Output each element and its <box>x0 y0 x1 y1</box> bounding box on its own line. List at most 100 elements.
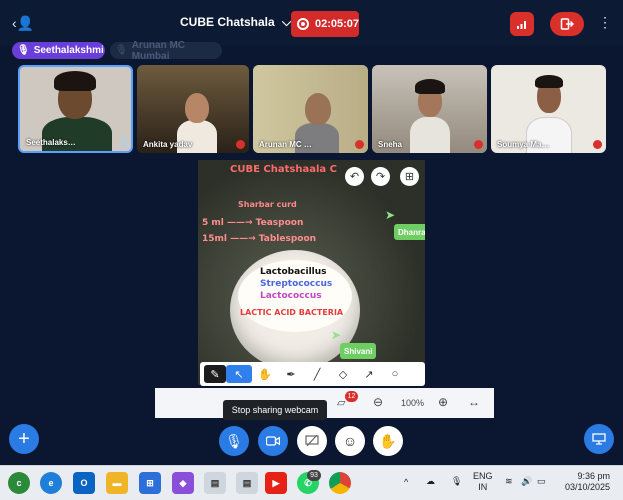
microphone-icon: 🎙 <box>115 45 128 56</box>
exit-icon <box>560 18 574 30</box>
shared-content-board[interactable]: CUBE Chatshaala C Sharbar curd 5 ml ——→ … <box>198 160 425 385</box>
undo-button[interactable]: ↶ <box>345 167 364 186</box>
chevron-down-icon: ⌵ <box>282 15 292 29</box>
board-text: Streptococcus <box>260 279 333 289</box>
highlighter-tool[interactable]: ╱ <box>304 365 330 383</box>
shape-tool[interactable]: ○ <box>382 365 408 383</box>
hand-icon: ✋ <box>258 368 272 381</box>
tooltip: Stop sharing webcam <box>223 400 327 420</box>
participant-tile[interactable]: Sneha <box>372 65 487 153</box>
video-camera-icon <box>266 436 280 446</box>
edge-browser-icon[interactable]: e <box>40 472 62 494</box>
pen-tool[interactable]: ✒ <box>278 365 304 383</box>
arrow-icon: ↗ <box>364 368 374 381</box>
board-text: 5 ml ——→ Teaspoon <box>202 218 304 228</box>
muted-icon <box>593 140 602 149</box>
pen-icon: ✒ <box>286 368 296 381</box>
arrow-tool[interactable]: ↗ <box>356 365 382 383</box>
outlook-icon[interactable]: O <box>73 472 95 494</box>
cloud-icon[interactable]: ☁ <box>426 476 435 487</box>
recording-indicator[interactable]: 02:05:07 <box>291 11 359 37</box>
chrome-icon[interactable] <box>329 472 351 494</box>
participant-name: Soumya Ma… <box>497 140 550 149</box>
board-text: Lactococcus <box>260 291 322 301</box>
document-icon[interactable]: ▤ <box>204 472 226 494</box>
taskbar: c e O ▬ ⊞ ◆ ▤ ▤ ▶ ✆ 93 ^ ☁ 🎙 ENG IN ≋ 🔊 ▭… <box>0 465 623 500</box>
notification-badge: 93 <box>307 470 321 481</box>
participant-tile[interactable]: Ankita yadav <box>137 65 249 153</box>
cursor-label: Dhanra <box>394 224 425 240</box>
share-screen-button[interactable] <box>297 426 327 456</box>
speaker-chip: 🎙 Arunan MC Mumbai <box>110 39 222 62</box>
participants-icon[interactable]: ‹👤 <box>12 15 34 32</box>
eraser-icon: ◇ <box>338 368 348 381</box>
muted-icon <box>355 140 364 149</box>
store-icon[interactable]: ⊞ <box>139 472 161 494</box>
microphone-icon: 🎙 <box>118 137 130 147</box>
battery-icon[interactable]: ▭ <box>537 476 546 487</box>
redo-icon: ↷ <box>375 171 386 183</box>
copilot-icon[interactable]: c <box>8 472 30 494</box>
plus-icon: + <box>18 427 30 450</box>
microphone-icon: 🎙 <box>225 432 243 449</box>
screen-share-off-icon <box>305 435 319 447</box>
pin-tool[interactable]: ✎ <box>204 365 226 383</box>
speaker-name: Arunan MC Mumbai <box>131 39 186 62</box>
participant-tile[interactable]: Seethalaks… 🎙 <box>18 65 133 153</box>
meeting-title-text: CUBE Chatshala <box>180 15 275 29</box>
cursor-icon: ➤ <box>385 208 396 222</box>
chevron-up-icon[interactable]: ^ <box>404 477 408 487</box>
smiley-icon: ☺ <box>342 433 358 449</box>
annotations-icon[interactable]: ▱ <box>337 396 345 409</box>
copilot-app-icon[interactable]: ◆ <box>172 472 194 494</box>
participant-tile[interactable]: Arunan MC … <box>253 65 368 153</box>
circle-icon: ○ <box>391 368 399 380</box>
presentation-button[interactable] <box>584 424 614 454</box>
more-options-icon[interactable]: ⋮ <box>598 14 612 31</box>
participant-name: Ankita yadav <box>143 140 193 149</box>
microphone-icon[interactable]: 🎙 <box>451 476 462 487</box>
zoom-in-button[interactable]: ⊕ <box>438 395 448 409</box>
board-text: 15ml ——→ Tablespoon <box>202 234 317 244</box>
reactions-button[interactable]: ☺ <box>335 426 365 456</box>
muted-icon <box>474 140 483 149</box>
select-tool[interactable]: ↖ <box>226 365 252 383</box>
pin-icon: ✎ <box>210 368 220 381</box>
microphone-button[interactable]: 🎙 <box>219 426 249 456</box>
meeting-title[interactable]: CUBE Chatshala ⌵ <box>180 15 291 30</box>
speaker-name: Seethalakshmi <box>33 45 104 56</box>
redo-button[interactable]: ↷ <box>371 167 390 186</box>
camera-button[interactable] <box>258 426 288 456</box>
participant-name: Sneha <box>378 140 403 149</box>
more-tools-button[interactable]: ⊞ <box>400 167 419 186</box>
fit-width-button[interactable]: ↔ <box>468 395 480 409</box>
participant-tile[interactable]: Soumya Ma… <box>491 65 606 153</box>
active-speaker-chip: 🎙 Seethalakshmi <box>12 42 105 59</box>
wifi-icon[interactable]: ≋ <box>505 476 513 487</box>
language-indicator[interactable]: ENG IN <box>473 471 493 493</box>
leave-meeting-button[interactable] <box>550 12 584 36</box>
presentation-icon <box>592 433 606 445</box>
annotation-count-badge: 12 <box>345 391 358 402</box>
zoom-level: 100% <box>401 398 425 408</box>
signal-bars-icon <box>517 21 526 29</box>
clock[interactable]: 9:36 pm 03/10/2025 <box>565 471 610 493</box>
board-text: Sharbar curd <box>238 200 297 209</box>
speaker-icon[interactable]: 🔊 <box>521 476 532 487</box>
pan-tool[interactable]: ✋ <box>252 365 278 383</box>
eraser-tool[interactable]: ◇ <box>330 365 356 383</box>
board-text: Lactobacillus <box>260 267 327 277</box>
youtube-icon[interactable]: ▶ <box>265 472 287 494</box>
network-status-button[interactable] <box>510 12 534 36</box>
cursor-label: Shivani <box>340 343 377 359</box>
add-button[interactable]: + <box>9 424 39 454</box>
zoom-out-button[interactable]: ⊖ <box>373 395 383 409</box>
file-explorer-icon[interactable]: ▬ <box>106 472 128 494</box>
board-text: LACTIC ACID BACTERIA <box>240 308 344 317</box>
participant-name: Seethalaks… <box>26 138 76 147</box>
recording-time: 02:05:07 <box>314 18 359 30</box>
pointer-icon: ↖ <box>234 368 244 381</box>
document-icon[interactable]: ▤ <box>236 472 258 494</box>
raise-hand-button[interactable]: ✋ <box>373 426 403 456</box>
grid-icon: ⊞ <box>404 171 415 183</box>
